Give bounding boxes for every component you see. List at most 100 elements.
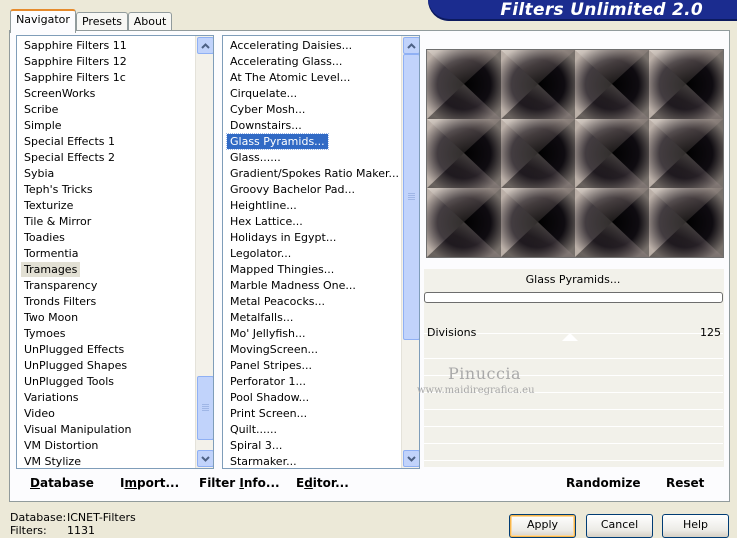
brand-banner: Filters Unlimited 2.0 bbox=[428, 0, 737, 21]
category-item[interactable]: VM Stylize bbox=[21, 454, 84, 468]
category-item[interactable]: Texturize bbox=[21, 198, 76, 213]
category-item[interactable]: UnPlugged Effects bbox=[21, 342, 127, 357]
filter-item[interactable]: Marble Madness One... bbox=[227, 278, 359, 293]
filter-item[interactable]: Cyber Mosh... bbox=[227, 102, 308, 117]
scroll-down-button[interactable] bbox=[403, 450, 419, 467]
category-item[interactable]: Video bbox=[21, 406, 58, 421]
tab-navigator[interactable]: Navigator bbox=[10, 9, 76, 33]
category-item[interactable]: Sapphire Filters 11 bbox=[21, 38, 130, 53]
category-item[interactable]: Two Moon bbox=[21, 310, 81, 325]
category-item[interactable]: Special Effects 1 bbox=[21, 134, 118, 149]
randomize-button[interactable]: Randomize bbox=[566, 476, 640, 490]
filter-item[interactable]: Holidays in Egypt... bbox=[227, 230, 339, 245]
filter-item[interactable]: Quilt...... bbox=[227, 422, 280, 437]
database-value: ICNET-Filters bbox=[67, 511, 136, 524]
param-row bbox=[424, 445, 723, 461]
chevron-down-icon bbox=[201, 455, 210, 462]
category-item[interactable]: VM Distortion bbox=[21, 438, 101, 453]
cancel-button[interactable]: Cancel bbox=[586, 514, 653, 538]
param-row bbox=[424, 343, 723, 359]
category-item[interactable]: Special Effects 2 bbox=[21, 150, 118, 165]
filter-scroll-thumb[interactable] bbox=[403, 54, 419, 340]
category-item[interactable]: ScreenWorks bbox=[21, 86, 98, 101]
slider-pointer-icon[interactable] bbox=[562, 333, 578, 341]
filter-item[interactable]: Hex Lattice... bbox=[227, 214, 306, 229]
database-label: Database: bbox=[10, 511, 67, 524]
filter-item[interactable]: MovingScreen... bbox=[227, 342, 321, 357]
filter-scrollbar[interactable] bbox=[401, 36, 419, 468]
progress-bar bbox=[424, 292, 723, 303]
category-item[interactable]: Toadies bbox=[21, 230, 68, 245]
import-button[interactable]: Import... bbox=[120, 476, 179, 490]
category-item[interactable]: Transparency bbox=[21, 278, 100, 293]
category-list[interactable]: Sapphire Filters 11 Sapphire Filters 12 Sa… bbox=[16, 35, 214, 469]
category-item[interactable]: Sapphire Filters 12 bbox=[21, 54, 130, 69]
filter-item[interactable]: Metalfalls... bbox=[227, 310, 296, 325]
filter-item[interactable]: Metal Peacocks... bbox=[227, 294, 328, 309]
param-row bbox=[424, 428, 723, 444]
filter-item[interactable]: Perforator 1... bbox=[227, 374, 309, 389]
database-button[interactable]: Database bbox=[30, 476, 94, 490]
filters-label: Filters: bbox=[10, 524, 47, 537]
brand-title: Filters Unlimited 2.0 bbox=[500, 0, 703, 20]
apply-button[interactable]: Apply bbox=[509, 514, 576, 538]
category-item[interactable]: Variations bbox=[21, 390, 82, 405]
filter-item[interactable]: Glass Pyramids... bbox=[226, 133, 329, 150]
category-item[interactable]: Teph's Tricks bbox=[21, 182, 96, 197]
watermark-name: Pinuccia bbox=[448, 364, 522, 383]
filter-item[interactable]: Mapped Thingies... bbox=[227, 262, 337, 277]
category-item[interactable]: Tymoes bbox=[21, 326, 68, 341]
category-item[interactable]: UnPlugged Shapes bbox=[21, 358, 130, 373]
chevron-down-icon bbox=[407, 455, 416, 462]
filter-item[interactable]: Panel Stripes... bbox=[227, 358, 315, 373]
category-item[interactable]: Scribe bbox=[21, 102, 61, 117]
filter-item[interactable]: Heightline... bbox=[227, 198, 300, 213]
chevron-up-icon bbox=[407, 42, 416, 49]
filter-list[interactable]: Accelerating Daisies... Accelerating Glas… bbox=[222, 35, 420, 469]
filter-item[interactable]: Glass...... bbox=[227, 150, 284, 165]
category-item[interactable]: Sapphire Filters 1c bbox=[21, 70, 129, 85]
glass-pyramids-preview bbox=[427, 50, 723, 257]
category-item[interactable]: Tormentia bbox=[21, 246, 81, 261]
param-row bbox=[424, 411, 723, 427]
filter-item[interactable]: Accelerating Daisies... bbox=[227, 38, 355, 53]
filter-item[interactable]: Groovy Bachelor Pad... bbox=[227, 182, 358, 197]
filter-item[interactable]: Pool Shadow... bbox=[227, 390, 312, 405]
filters-count: 1131 bbox=[67, 524, 95, 537]
category-item[interactable]: Tronds Filters bbox=[21, 294, 99, 309]
category-item[interactable]: Simple bbox=[21, 118, 65, 133]
param-divisions-value[interactable]: 125 bbox=[700, 326, 721, 339]
category-scrollbar[interactable] bbox=[195, 36, 213, 468]
filter-info-button[interactable]: Filter Info... bbox=[199, 476, 280, 490]
category-item[interactable]: Visual Manipulation bbox=[21, 422, 134, 437]
reset-button[interactable]: Reset bbox=[666, 476, 704, 490]
filter-item[interactable]: Print Screen... bbox=[227, 406, 310, 421]
filter-item[interactable]: Cirquelate... bbox=[227, 86, 300, 101]
category-item[interactable]: Sybia bbox=[21, 166, 57, 181]
category-scroll-thumb[interactable] bbox=[197, 376, 213, 440]
category-item[interactable]: Tramages bbox=[21, 262, 81, 277]
param-row bbox=[424, 394, 723, 410]
scroll-down-button[interactable] bbox=[197, 450, 213, 467]
watermark-url: www.maidiregrafica.eu bbox=[417, 385, 535, 396]
scroll-up-button[interactable] bbox=[403, 37, 419, 54]
param-divisions-label: Divisions bbox=[427, 326, 477, 339]
chevron-up-icon bbox=[201, 42, 210, 49]
tab-presets[interactable]: Presets bbox=[76, 12, 128, 31]
filter-item[interactable]: Mo' Jellyfish... bbox=[227, 326, 309, 341]
filter-item[interactable]: Accelerating Glass... bbox=[227, 54, 345, 69]
filter-item[interactable]: Starmaker... bbox=[227, 454, 300, 468]
tab-about[interactable]: About bbox=[128, 12, 172, 31]
scroll-up-button[interactable] bbox=[197, 37, 213, 54]
category-item[interactable]: UnPlugged Tools bbox=[21, 374, 117, 389]
filter-name-label: Glass Pyramids... bbox=[525, 273, 621, 286]
category-item[interactable]: Tile & Mirror bbox=[21, 214, 94, 229]
preview-image bbox=[426, 49, 724, 258]
help-button[interactable]: Help bbox=[662, 514, 729, 538]
filter-item[interactable]: Downstairs... bbox=[227, 118, 305, 133]
filter-item[interactable]: At The Atomic Level... bbox=[227, 70, 353, 85]
filter-item[interactable]: Legolator... bbox=[227, 246, 294, 261]
filter-item[interactable]: Gradient/Spokes Ratio Maker... bbox=[227, 166, 402, 181]
filter-item[interactable]: Spiral 3... bbox=[227, 438, 285, 453]
editor-button[interactable]: Editor... bbox=[296, 476, 349, 490]
